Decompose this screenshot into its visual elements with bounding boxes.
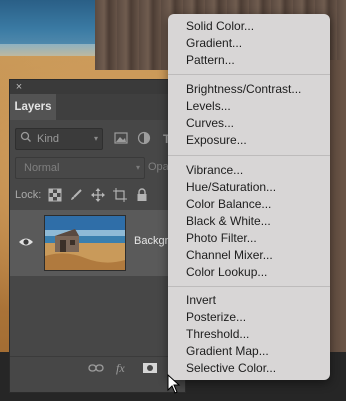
- brush-icon[interactable]: [69, 188, 83, 202]
- layers-panel: × Layers Kind ▾ T Normal ▾ Opa Lock: Bac…: [10, 80, 185, 392]
- menu-separator: [168, 155, 330, 156]
- menu-item-posterize[interactable]: Posterize...: [168, 309, 330, 326]
- menu-item-selective-color[interactable]: Selective Color...: [168, 360, 330, 377]
- checkerboard-icon[interactable]: [48, 188, 62, 202]
- search-icon: [20, 130, 34, 146]
- menu-item-channel-mixer[interactable]: Channel Mixer...: [168, 247, 330, 264]
- fx-icon[interactable]: fx: [115, 361, 131, 375]
- menu-item-photo-filter[interactable]: Photo Filter...: [168, 230, 330, 247]
- link-icon[interactable]: [88, 361, 104, 375]
- lock-icon[interactable]: [135, 188, 149, 202]
- menu-separator: [168, 286, 330, 287]
- lock-label: Lock:: [15, 189, 42, 201]
- blend-mode-select[interactable]: Normal ▾: [15, 157, 145, 179]
- layer-name: Backgr: [134, 235, 169, 247]
- panel-tab-strip: Layers: [10, 94, 185, 120]
- close-icon[interactable]: ×: [13, 80, 25, 94]
- adjustment-layer-menu: Solid Color... Gradient... Pattern... Br…: [168, 14, 330, 380]
- blend-mode-label: Normal: [24, 162, 60, 174]
- menu-item-pattern[interactable]: Pattern...: [168, 52, 330, 69]
- menu-item-exposure[interactable]: Exposure...: [168, 132, 330, 149]
- menu-item-invert[interactable]: Invert: [168, 292, 330, 309]
- menu-item-gradient[interactable]: Gradient...: [168, 35, 330, 52]
- filter-row: Kind ▾ T: [10, 128, 185, 152]
- adjustment-filter-icon[interactable]: [137, 131, 151, 145]
- menu-item-vibrance[interactable]: Vibrance...: [168, 162, 330, 179]
- lock-row: Lock:: [10, 185, 185, 205]
- mask-icon[interactable]: [142, 361, 158, 375]
- menu-item-gradient-map[interactable]: Gradient Map...: [168, 343, 330, 360]
- arrow-cursor-icon: [167, 373, 181, 394]
- menu-item-color-balance[interactable]: Color Balance...: [168, 196, 330, 213]
- layer-row-background[interactable]: Backgr: [10, 210, 185, 276]
- menu-separator: [168, 74, 330, 75]
- eye-icon[interactable]: [18, 235, 34, 249]
- image-filter-icon[interactable]: [114, 131, 128, 145]
- menu-item-hue-saturation[interactable]: Hue/Saturation...: [168, 179, 330, 196]
- chevron-down-icon: ▾: [93, 134, 98, 143]
- layer-thumbnail: [44, 215, 126, 271]
- blend-row: Normal ▾ Opa: [10, 157, 185, 179]
- menu-item-levels[interactable]: Levels...: [168, 98, 330, 115]
- menu-item-threshold[interactable]: Threshold...: [168, 326, 330, 343]
- menu-item-color-lookup[interactable]: Color Lookup...: [168, 264, 330, 281]
- filter-kind-label: Kind: [37, 133, 60, 145]
- menu-item-black-white[interactable]: Black & White...: [168, 213, 330, 230]
- opacity-label: Opa: [148, 161, 169, 173]
- filter-kind-select[interactable]: Kind ▾: [15, 128, 103, 150]
- chevron-down-icon: ▾: [135, 163, 140, 172]
- menu-item-solid-color[interactable]: Solid Color...: [168, 18, 330, 35]
- menu-item-brightness-contrast[interactable]: Brightness/Contrast...: [168, 81, 330, 98]
- menu-item-curves[interactable]: Curves...: [168, 115, 330, 132]
- move-icon[interactable]: [91, 188, 105, 202]
- artboard-icon[interactable]: [113, 188, 127, 202]
- panel-title-bar: ×: [10, 80, 185, 94]
- panel-footer: fx: [10, 356, 185, 379]
- svg-text:fx: fx: [116, 361, 125, 375]
- tab-layers[interactable]: Layers: [10, 94, 56, 120]
